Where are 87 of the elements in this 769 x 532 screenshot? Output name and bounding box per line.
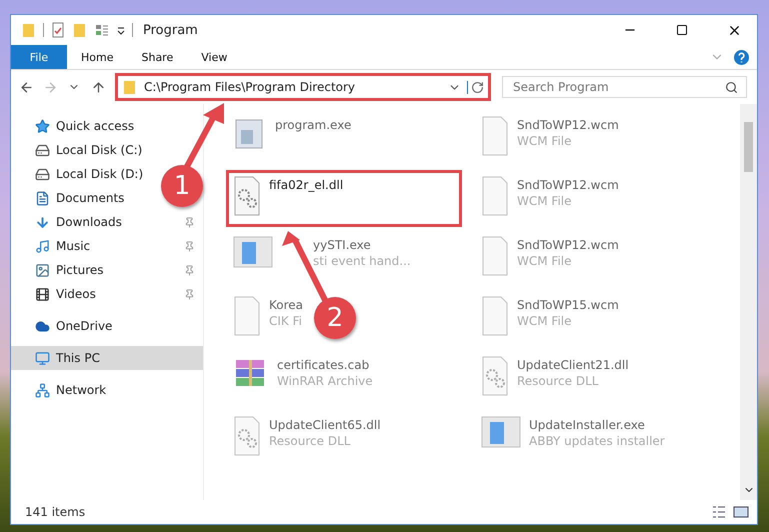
properties-check-icon[interactable] xyxy=(50,22,66,38)
document-icon xyxy=(35,190,50,206)
sidebar-item[interactable]: Pictures xyxy=(56,263,104,277)
gear-file-icon xyxy=(233,176,261,216)
sidebar-item[interactable]: OneDrive xyxy=(56,319,112,333)
file-type: Resource DLL xyxy=(269,434,352,448)
music-note-icon xyxy=(35,238,50,254)
sidebar-item[interactable]: Documents xyxy=(56,191,124,205)
gear-file-icon xyxy=(481,356,509,396)
ribbon-tab[interactable]: View xyxy=(187,45,242,69)
ribbon-tab[interactable]: Home xyxy=(67,45,128,69)
selected-row-highlight[interactable]: This PC xyxy=(11,346,203,370)
file-name: UpdateInstaller.exe xyxy=(529,418,646,432)
sidebar-item[interactable]: Network xyxy=(56,383,106,397)
sidebar-item[interactable]: Local Disk (C:) xyxy=(56,143,142,157)
file-type: CIK Fi xyxy=(269,314,303,328)
star-icon xyxy=(35,118,50,134)
sidebar-item[interactable]: Music xyxy=(56,239,90,253)
file-type: WCM File xyxy=(517,134,572,148)
gear-file-icon xyxy=(233,416,261,456)
window-title: Program xyxy=(143,22,199,38)
search-field[interactable]: Search Program xyxy=(502,76,747,98)
file-tile[interactable]: SndToWP12.wcm WCM File xyxy=(474,110,626,162)
network-icon xyxy=(35,382,50,398)
download-arrow-icon xyxy=(35,214,50,230)
file-name: Korea xyxy=(269,298,304,312)
file-name: UpdateClient21.dll xyxy=(517,358,629,372)
file-tile[interactable]: certificates.cab WinRAR Archive xyxy=(226,350,380,398)
file-type: ABBY updates installer xyxy=(529,434,665,448)
file-type: WinRAR Archive xyxy=(277,374,373,388)
file-name: fifa02r_el.dll xyxy=(269,178,344,192)
search-icon xyxy=(725,80,738,94)
file-tile[interactable]: program.exe xyxy=(226,110,358,158)
blank-file-icon xyxy=(481,116,509,156)
blank-file-icon xyxy=(481,296,509,336)
drive-icon xyxy=(35,142,50,158)
file-name: certificates.cab xyxy=(277,358,370,372)
window-icon xyxy=(481,416,521,448)
file-type: sti event hand... xyxy=(313,254,411,268)
file-name: program.exe xyxy=(275,118,352,132)
blank-file-icon xyxy=(481,236,509,276)
sidebar-item[interactable]: Quick access xyxy=(56,119,134,133)
view-list-icon[interactable] xyxy=(94,22,110,38)
file-type: Resource DLL xyxy=(517,374,600,388)
maximize-icon xyxy=(676,24,688,36)
monitor-icon xyxy=(35,350,50,366)
picture-icon xyxy=(35,262,50,278)
file-tile[interactable]: SndToWP12.wcm WCM File xyxy=(474,170,626,222)
file-type: WCM File xyxy=(517,194,572,208)
file-tab[interactable]: File xyxy=(11,45,67,69)
refresh-icon[interactable] xyxy=(467,80,484,94)
details-view-icon[interactable] xyxy=(711,504,727,520)
file-type: WCM File xyxy=(517,254,572,268)
window-icon xyxy=(233,236,273,268)
file-name: yySTI.exe xyxy=(313,238,372,252)
sidebar-item[interactable]: Local Disk (D:) xyxy=(56,167,144,181)
file-tile[interactable]: fifa02r_el.dll xyxy=(226,170,462,227)
blank-file-icon xyxy=(481,176,509,216)
file-tile[interactable]: Korea CIK Fi xyxy=(226,290,310,342)
file-tile[interactable]: UpdateClient65.dll Resource DLL xyxy=(226,410,388,462)
sidebar-item[interactable]: Videos xyxy=(56,287,96,301)
file-tile[interactable]: SndToWP12.wcm WCM File xyxy=(474,230,626,282)
file-name: SndToWP15.wcm xyxy=(517,298,619,312)
file-tile[interactable]: yySTI.exe sti event hand... xyxy=(226,230,418,274)
file-name: SndToWP12.wcm xyxy=(517,118,619,132)
file-tile[interactable]: UpdateClient21.dll Resource DLL xyxy=(474,350,636,402)
file-name: SndToWP12.wcm xyxy=(517,178,619,192)
help-icon[interactable] xyxy=(734,50,749,64)
file-name: SndToWP12.wcm xyxy=(517,238,619,252)
film-icon xyxy=(35,286,50,302)
drive-icon xyxy=(35,166,50,182)
file-tile[interactable]: UpdateInstaller.exe ABBY updates installer xyxy=(474,410,672,454)
blank-file-icon xyxy=(233,296,261,336)
ribbon-tab[interactable]: Share xyxy=(127,45,188,69)
item-count: 141 items xyxy=(25,505,86,519)
scrollbar-thumb[interactable] xyxy=(744,122,753,172)
file-tile[interactable]: SndToWP15.wcm WCM File xyxy=(474,290,626,342)
file-type: WCM File xyxy=(517,314,572,328)
address-field[interactable]: C:\Program Files\Program Directory xyxy=(115,73,491,101)
scrollbar[interactable] xyxy=(740,104,757,500)
forward-arrow-icon xyxy=(42,80,58,94)
file-name: UpdateClient65.dll xyxy=(269,418,381,432)
cloud-icon xyxy=(35,318,50,334)
sidebar-item[interactable]: This PC xyxy=(56,351,100,365)
sidebar-item[interactable]: Downloads xyxy=(56,215,122,229)
folder-icon xyxy=(122,79,138,95)
large-icons-view-icon[interactable] xyxy=(733,504,749,520)
